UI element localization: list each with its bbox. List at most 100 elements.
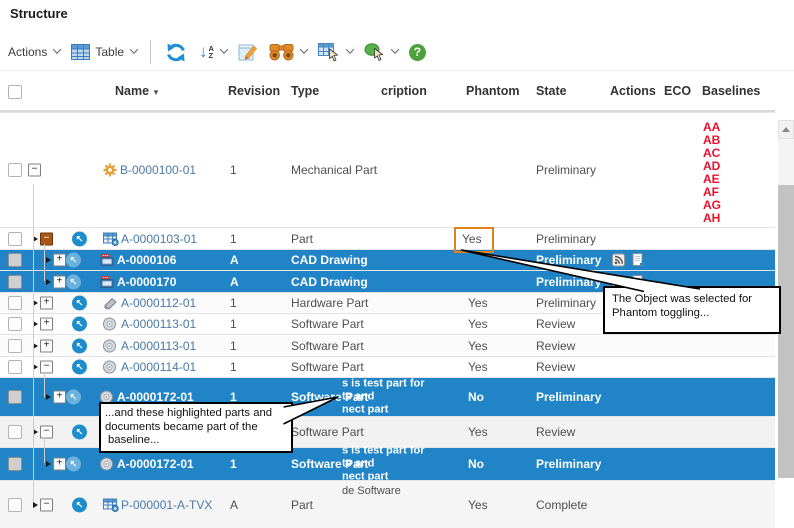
revision-cell: A (230, 253, 239, 267)
refresh-button[interactable] (164, 42, 188, 63)
column-header-description[interactable]: cription (381, 84, 427, 98)
phantom-highlight-box (454, 227, 494, 253)
row-checkbox[interactable] (8, 360, 22, 374)
row-checkbox[interactable] (8, 163, 22, 177)
select-all-checkbox[interactable] (8, 85, 22, 99)
column-header-baselines[interactable]: Baselines (702, 84, 760, 98)
scrollbar-thumb[interactable] (778, 139, 794, 185)
expand-toggle[interactable]: + (40, 318, 53, 331)
table-header: Name▼ Revision Type cription Phantom Sta… (0, 71, 775, 112)
table-menu-label: Table (95, 45, 124, 59)
revision-cell: A (230, 275, 239, 289)
row-checkbox[interactable] (8, 425, 22, 439)
help-button[interactable]: ? (409, 44, 426, 61)
part-name-link[interactable]: A-0000106 (117, 253, 176, 267)
tree-arrow-icon (46, 394, 51, 400)
column-header-state[interactable]: State (536, 84, 567, 98)
row-checkbox[interactable] (8, 457, 22, 471)
phantom-cell: Yes (468, 296, 488, 310)
revision-cell: 1 (230, 163, 237, 177)
expand-toggle[interactable]: + (40, 339, 53, 352)
software-icon (103, 339, 116, 352)
table-row: −↖A-0000114-011Software PartYesReview (0, 356, 775, 377)
column-header-phantom[interactable]: Phantom (466, 84, 519, 98)
status-circle-icon: ↖ (72, 231, 87, 246)
edit-button[interactable] (238, 42, 258, 62)
part-name-link[interactable]: A-0000113-01 (121, 317, 196, 331)
revision-cell: 1 (230, 339, 237, 353)
column-header-name[interactable]: Name▼ (115, 84, 160, 98)
collapse-toggle[interactable]: − (40, 498, 53, 511)
part-name-link[interactable]: A-0000113-01 (121, 339, 196, 353)
status-circle-icon: ↖ (72, 497, 87, 512)
expand-toggle[interactable]: + (53, 458, 66, 471)
state-cell: Preliminary (536, 232, 596, 246)
sort-az-icon: ↓AZ (199, 44, 214, 60)
expand-toggle[interactable]: + (53, 275, 66, 288)
part-name-link[interactable]: A-0000172-01 (117, 457, 194, 471)
chevron-down-icon (130, 45, 138, 53)
add-doc-action-icon[interactable] (632, 253, 646, 267)
status-circle-icon: ↖ (72, 338, 87, 353)
part-name-link[interactable]: A-0000103-01 (121, 232, 197, 246)
type-cell: Software Part (291, 339, 364, 353)
pick-action-button[interactable] (364, 43, 398, 61)
expand-toggle[interactable]: + (40, 297, 53, 310)
phantom-cell: Yes (468, 339, 488, 353)
state-cell: Preliminary (536, 253, 601, 267)
collapse-toggle[interactable]: − (40, 426, 53, 439)
row-checkbox[interactable] (8, 317, 22, 331)
column-header-actions[interactable]: Actions (610, 84, 656, 98)
row-checkbox[interactable] (8, 498, 22, 512)
row-checkbox[interactable] (8, 253, 22, 267)
collapse-toggle[interactable]: − (28, 164, 41, 177)
status-circle-icon: ↖ (72, 317, 87, 332)
column-header-revision[interactable]: Revision (228, 84, 280, 98)
expand-toggle[interactable]: + (53, 391, 66, 404)
row-checkbox[interactable] (8, 296, 22, 310)
row-checkbox[interactable] (8, 232, 22, 246)
row-checkbox[interactable] (8, 390, 22, 404)
row-checkbox[interactable] (8, 275, 22, 289)
chevron-down-icon (53, 45, 61, 53)
phantom-cell: Yes (468, 317, 488, 331)
part-name-link[interactable]: A-0000112-01 (121, 296, 196, 310)
collapse-toggle[interactable]: − (40, 232, 53, 245)
row-checkbox[interactable] (8, 339, 22, 353)
state-cell: Preliminary (536, 275, 601, 289)
sort-desc-icon: ▼ (152, 88, 160, 97)
baseline-label: AH (703, 212, 721, 225)
type-cell: Part (291, 232, 313, 246)
table-menu-button[interactable]: Table (71, 44, 137, 60)
find-button[interactable] (269, 43, 307, 61)
baselines-list: AAABACADAEAFAGAH (703, 121, 721, 225)
revision-cell: 1 (230, 457, 237, 471)
chevron-down-icon (391, 45, 399, 53)
edit-icon (238, 42, 258, 62)
status-circle-icon: ↖ (72, 296, 87, 311)
table-view-button[interactable] (318, 43, 353, 62)
part-name-link[interactable]: P-000001-A-TVX (121, 498, 212, 512)
rss-action-icon[interactable] (612, 254, 625, 267)
expand-toggle[interactable]: + (53, 254, 66, 267)
scrollbar-up-arrow[interactable] (778, 120, 794, 139)
callout-text-line: documents became part of the (105, 421, 287, 435)
tree-arrow-icon (46, 279, 51, 285)
column-header-eco[interactable]: ECO (664, 84, 691, 98)
cad-icon (100, 254, 114, 267)
actions-menu-button[interactable]: Actions (8, 45, 60, 59)
part-name-link[interactable]: A-0000170 (117, 275, 176, 289)
state-cell: Preliminary (536, 296, 596, 310)
software-icon (100, 458, 113, 471)
tree-connector-line (44, 244, 45, 281)
collapse-toggle[interactable]: − (40, 361, 53, 374)
column-header-type[interactable]: Type (291, 84, 319, 98)
state-cell: Preliminary (536, 390, 601, 404)
chevron-down-icon (300, 45, 308, 53)
part-name-link[interactable]: A-0000114-01 (121, 360, 196, 374)
software-icon (103, 361, 116, 374)
toolbar-separator (150, 40, 151, 64)
sort-button[interactable]: ↓AZ (199, 44, 227, 60)
part-icon (103, 232, 119, 246)
part-name-link[interactable]: B-0000100-01 (120, 163, 196, 177)
